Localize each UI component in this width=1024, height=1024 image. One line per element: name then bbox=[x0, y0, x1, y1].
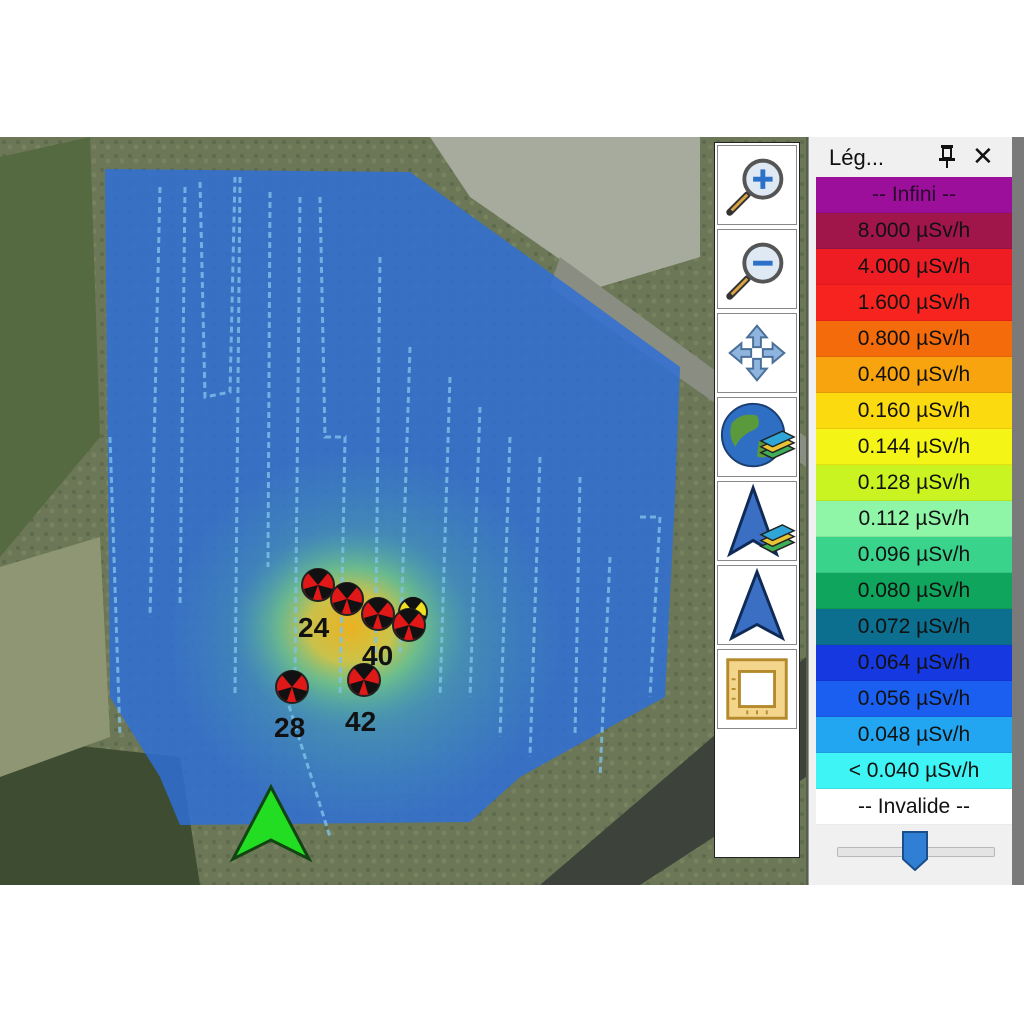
legend-row: < 0.040 µSv/h bbox=[816, 753, 1012, 789]
pan-arrows-icon bbox=[728, 324, 786, 382]
application-window: 24 40 28 42 Lég... ✕ -- Infini -- 8.000 … bbox=[0, 137, 1024, 885]
legend-row: 4.000 µSv/h bbox=[816, 249, 1012, 285]
map-toolbar bbox=[714, 142, 800, 858]
globe-layers-icon bbox=[720, 402, 796, 468]
legend-row: 0.080 µSv/h bbox=[816, 573, 1012, 609]
legend-row: 1.600 µSv/h bbox=[816, 285, 1012, 321]
radiation-source-marker[interactable] bbox=[361, 597, 395, 631]
radiation-source-marker[interactable] bbox=[275, 670, 309, 704]
map-view[interactable]: 24 40 28 42 bbox=[0, 137, 806, 885]
map-frame-icon bbox=[726, 658, 788, 720]
map-extent-button[interactable] bbox=[717, 649, 797, 729]
zoom-out-button[interactable] bbox=[717, 229, 797, 309]
source-label-24: 24 bbox=[298, 612, 330, 643]
navigation-layers-button[interactable] bbox=[717, 481, 797, 561]
zoom-in-icon bbox=[726, 158, 784, 216]
legend-row: 0.800 µSv/h bbox=[816, 321, 1012, 357]
legend-row: 0.056 µSv/h bbox=[816, 681, 1012, 717]
legend-row: 0.064 µSv/h bbox=[816, 645, 1012, 681]
legend-row: 0.072 µSv/h bbox=[816, 609, 1012, 645]
hotspot bbox=[230, 527, 470, 727]
source-label-40: 40 bbox=[362, 640, 393, 671]
legend-row: 0.048 µSv/h bbox=[816, 717, 1012, 753]
radiation-source-marker[interactable] bbox=[392, 608, 426, 642]
pin-icon[interactable] bbox=[936, 143, 958, 169]
legend-header: Lég... ✕ bbox=[809, 137, 1012, 177]
pan-button[interactable] bbox=[717, 313, 797, 393]
opacity-slider-thumb[interactable] bbox=[902, 831, 928, 871]
legend-row: 0.400 µSv/h bbox=[816, 357, 1012, 393]
light-field bbox=[0, 537, 110, 777]
zoom-in-button[interactable] bbox=[717, 145, 797, 225]
navigation-button[interactable] bbox=[717, 565, 797, 645]
source-label-28: 28 bbox=[274, 712, 305, 743]
radiation-source-marker[interactable] bbox=[301, 568, 335, 602]
zoom-out-icon bbox=[726, 242, 784, 300]
legend-row: 0.128 µSv/h bbox=[816, 465, 1012, 501]
globe-layers-button[interactable] bbox=[717, 397, 797, 477]
navigation-arrow-layers-icon bbox=[726, 483, 796, 558]
legend-row: 8.000 µSv/h bbox=[816, 213, 1012, 249]
legend-title: Lég... bbox=[829, 145, 885, 170]
legend-row: 0.112 µSv/h bbox=[816, 501, 1012, 537]
legend-row: -- Infini -- bbox=[816, 177, 1012, 213]
source-label-42: 42 bbox=[345, 706, 376, 737]
radiation-source-marker[interactable] bbox=[330, 582, 364, 616]
legend-panel: Lég... ✕ -- Infini -- 8.000 µSv/h 4.000 µS… bbox=[808, 137, 1012, 885]
legend-row: 0.160 µSv/h bbox=[816, 393, 1012, 429]
legend-row: 0.096 µSv/h bbox=[816, 537, 1012, 573]
close-icon[interactable]: ✕ bbox=[972, 141, 994, 171]
window-edge bbox=[1012, 137, 1024, 885]
legend-row: -- Invalide -- bbox=[816, 789, 1012, 825]
navigation-arrow-icon bbox=[728, 567, 786, 642]
legend-row: 0.144 µSv/h bbox=[816, 429, 1012, 465]
